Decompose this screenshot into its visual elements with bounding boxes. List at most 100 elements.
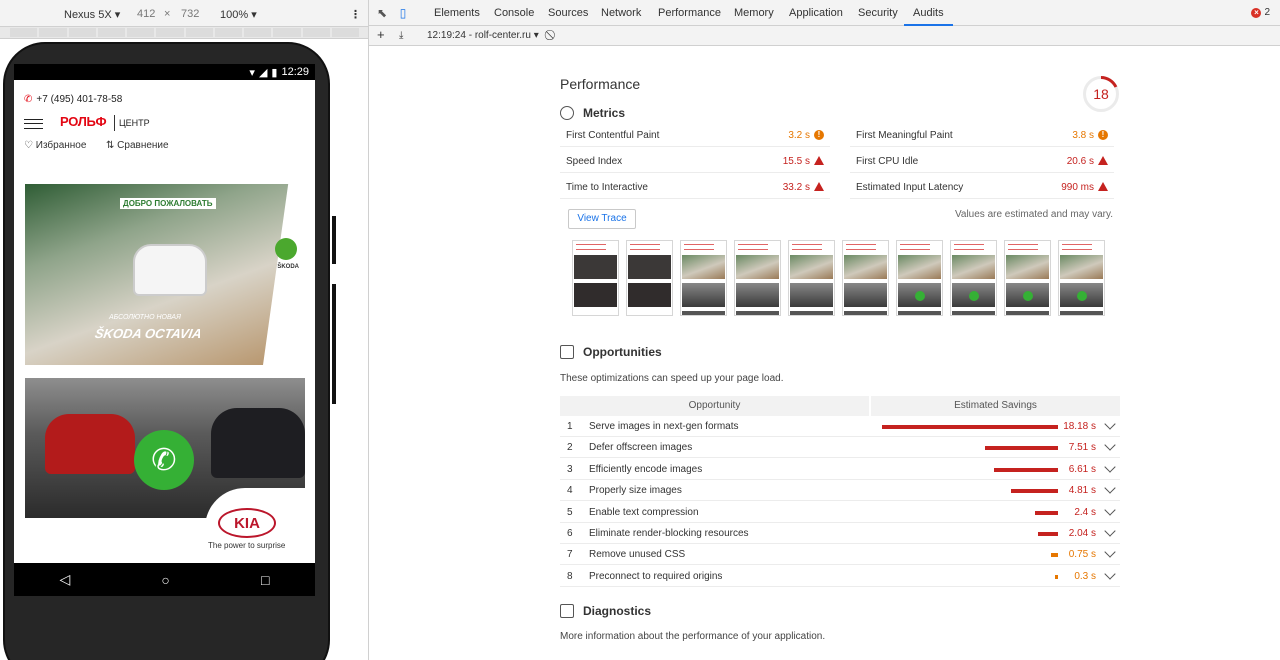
phone-screen[interactable]: ▾ ◢ ▮ 12:29 ✆ +7 (495) 401-78-58 РОЛЬФ ЦЕ… — [14, 64, 315, 596]
metric-name: First CPU Idle — [856, 156, 919, 167]
kia-slogan: The power to surprise — [208, 541, 286, 550]
frame-thumbnail-part — [574, 255, 617, 279]
banner-wing — [263, 184, 305, 365]
chevron-down-icon[interactable] — [1104, 525, 1116, 537]
chevron-down-icon[interactable] — [1104, 482, 1116, 494]
opportunity-row[interactable]: 3 Efficiently encode images 6.61 s — [560, 459, 1120, 480]
favorites-link[interactable]: ♡ Избранное — [24, 140, 86, 151]
chevron-down-icon[interactable] — [1104, 546, 1116, 559]
tab-sources[interactable]: Sources — [548, 7, 588, 19]
average-info-icon: ! — [1098, 130, 1108, 140]
metric-value: 20.6 s — [1066, 156, 1094, 167]
kia-banner[interactable]: ✆ — [25, 378, 305, 518]
frame-thumbnail-part — [1062, 244, 1092, 250]
opportunity-row[interactable]: 5 Enable text compression 2.4 s — [560, 502, 1120, 523]
dimension-separator: × — [164, 8, 171, 20]
opportunity-number: 8 — [567, 570, 573, 582]
audit-report: Performance 18 Metrics First Contentful … — [369, 46, 1280, 660]
savings-value: 2.4 s — [1074, 506, 1096, 518]
back-icon[interactable]: ◁ — [60, 571, 71, 588]
chevron-down-icon[interactable] — [1104, 503, 1116, 516]
savings-bar — [1038, 532, 1058, 536]
recents-icon[interactable]: □ — [261, 572, 269, 588]
opportunities-header: Opportunities — [560, 345, 662, 359]
opportunity-row[interactable]: 8 Preconnect to required origins 0.3 s — [560, 566, 1120, 587]
frame-thumbnail-part — [846, 244, 876, 250]
kia-logo: KIA — [218, 508, 276, 538]
android-nav-bar: ◁ ○ □ — [14, 563, 315, 596]
chevron-down-icon[interactable] — [1104, 439, 1116, 452]
new-audit-icon[interactable]: + — [377, 27, 385, 42]
stopwatch-icon — [560, 106, 574, 120]
savings-bar — [985, 446, 1058, 451]
tab-audits[interactable]: Audits — [913, 7, 944, 19]
opportunity-name: Remove unused CSS — [589, 549, 686, 561]
metric-value: 3.2 s — [788, 130, 810, 141]
volume-button — [332, 284, 336, 404]
opportunity-row[interactable]: 6 Eliminate render-blocking resources 2.04… — [560, 523, 1120, 544]
call-button-icon[interactable]: ✆ — [134, 430, 194, 490]
power-button — [332, 216, 336, 264]
tab-elements[interactable]: Elements — [434, 7, 480, 19]
opportunity-number: 1 — [567, 421, 573, 432]
tab-security[interactable]: Security — [858, 7, 898, 19]
media-query-ruler[interactable] — [0, 27, 368, 39]
site-logo[interactable]: РОЛЬФ — [60, 114, 107, 129]
frame-thumbnail-part — [954, 244, 984, 250]
score-gauge: 18 — [1082, 75, 1120, 113]
metric-row: Speed Index 15.5 s — [560, 148, 830, 173]
error-count: 2 — [1264, 7, 1270, 18]
opportunity-row[interactable]: 1 Serve images in next-gen formats 18.18 s — [560, 416, 1120, 437]
device-select[interactable]: Nexus 5X ▾ — [64, 8, 120, 21]
frame-thumbnail-part — [736, 283, 779, 307]
skoda-banner[interactable]: ДОБРО ПОЖАЛОВАТЬ АБСОЛЮТНО НОВАЯ ŠKODA O… — [25, 184, 305, 365]
tab-performance[interactable]: Performance — [658, 7, 721, 19]
fail-triangle-icon — [1098, 182, 1108, 191]
chevron-down-icon[interactable] — [1104, 461, 1116, 473]
download-report-icon[interactable]: ⤓ — [399, 30, 403, 41]
skoda-logo-text: ŠKODA — [277, 264, 299, 270]
tab-application[interactable]: Application — [789, 7, 843, 19]
tab-console[interactable]: Console — [494, 7, 534, 19]
frame-thumbnail-part — [844, 255, 887, 279]
report-select[interactable]: 12:19:24 - rolf-center.ru ▾ — [427, 30, 539, 41]
chevron-down-icon[interactable] — [1104, 418, 1116, 430]
opportunity-row[interactable]: 2 Defer offscreen images 7.51 s — [560, 437, 1120, 459]
compare-link[interactable]: ⇅ Сравнение — [106, 140, 169, 151]
opportunities-title: Opportunities — [583, 345, 662, 359]
filmstrip-frame — [680, 240, 727, 316]
savings-value: 18.18 s — [1063, 421, 1096, 432]
inspect-element-icon[interactable]: ⬉ — [375, 6, 389, 20]
filmstrip-frame — [842, 240, 889, 316]
banner-caption: АБСОЛЮТНО НОВАЯ — [109, 314, 181, 321]
frame-thumbnail-part — [1060, 311, 1103, 315]
device-width-input[interactable]: 412 — [137, 8, 155, 20]
tab-memory[interactable]: Memory — [734, 7, 774, 19]
chevron-down-icon[interactable] — [1104, 568, 1116, 580]
error-counter[interactable]: × 2 — [1251, 7, 1270, 18]
metric-value: 990 ms — [1061, 182, 1094, 193]
home-icon[interactable]: ○ — [161, 572, 169, 588]
opportunity-row[interactable]: 4 Properly size images 4.81 s — [560, 480, 1120, 502]
zoom-select[interactable]: 100% ▾ — [220, 8, 257, 21]
frame-thumbnail-part — [576, 244, 606, 250]
device-height-input[interactable]: 732 — [181, 8, 199, 20]
more-options-icon[interactable]: ⋮ — [350, 8, 361, 21]
savings-bar — [1055, 574, 1058, 579]
filmstrip-frame — [572, 240, 619, 316]
hamburger-menu-icon[interactable] — [24, 119, 43, 129]
opportunities-table-header: Opportunity Estimated Savings — [560, 396, 1120, 416]
estimate-note: Values are estimated and may vary. — [954, 209, 1113, 220]
opportunity-row[interactable]: 7 Remove unused CSS 0.75 s — [560, 544, 1120, 566]
opportunity-number: 4 — [567, 485, 573, 497]
device-toolbar-icon[interactable]: ▯ — [396, 6, 410, 20]
metric-value: 15.5 s — [782, 156, 810, 167]
savings-bar — [994, 467, 1058, 472]
savings-value: 0.75 s — [1068, 549, 1096, 561]
frame-thumbnail-part — [628, 283, 671, 307]
tab-network[interactable]: Network — [601, 7, 641, 19]
view-trace-button[interactable]: View Trace — [568, 209, 636, 229]
devtools-tab-bar: ⬉ ▯ Elements Console Sources Network Per… — [369, 0, 1280, 26]
frame-thumbnail-part — [969, 291, 979, 301]
site-phone-link[interactable]: ✆ +7 (495) 401-78-58 — [24, 94, 122, 105]
